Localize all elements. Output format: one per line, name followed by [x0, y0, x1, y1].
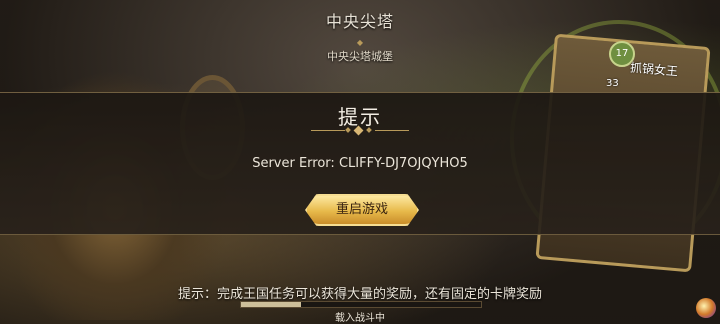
loading-status: 载入战斗中 [335, 313, 385, 324]
tip-text: 完成王国任务可以获得大量的奖励，还有固定的卡牌奖励 [217, 287, 543, 302]
magic-orb-icon[interactable] [696, 298, 716, 318]
title-ornament-icon: ◆ [356, 38, 364, 47]
tip-label: 提示： [177, 287, 217, 302]
loading-tip: 提示：完成王国任务可以获得大量的奖励，还有固定的卡牌奖励 [0, 283, 720, 302]
dialog-ornament-icon [0, 125, 720, 136]
error-dialog: 提示 Server Error: CLIFFY-DJ7OJQYHO5 重启游戏 [0, 92, 720, 235]
dialog-title: 提示 [338, 105, 382, 129]
location-title: 中央尖塔 [325, 12, 394, 31]
card-attack-value: 33 [606, 78, 619, 89]
loading-progress-fill [241, 302, 301, 307]
loading-progress-bar [240, 301, 482, 308]
restart-game-button[interactable]: 重启游戏 [305, 194, 419, 226]
error-message: Server Error: CLIFFY-DJ7OJQYHO5 [252, 156, 468, 171]
location-subtitle: 中央尖塔城堡 [327, 50, 393, 63]
